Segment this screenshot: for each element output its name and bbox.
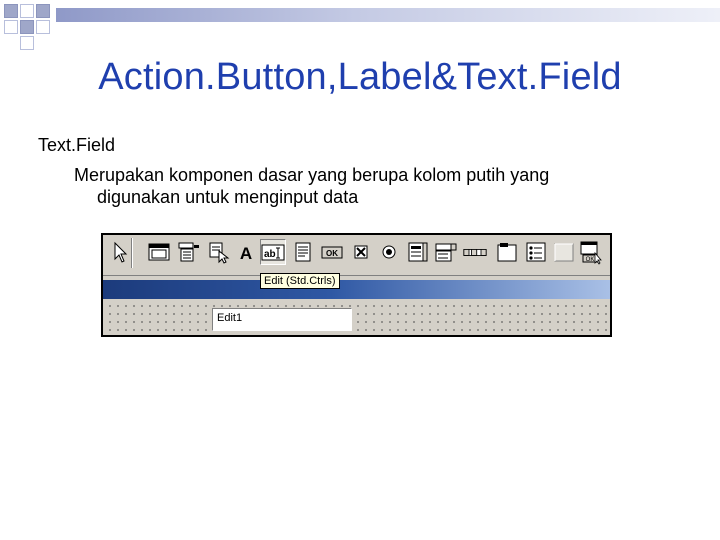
component-palette: A ab OK OK [103, 235, 610, 276]
decor-square [36, 20, 50, 34]
combobox-icon[interactable] [434, 239, 458, 265]
bullet-sub-line1: Merupakan komponen dasar yang berupa kol… [74, 165, 550, 185]
decor-square [20, 20, 34, 34]
form-design-surface [103, 299, 610, 335]
slide-title: Action.Button,Label&Text.Field [98, 56, 622, 98]
ide-screenshot: A ab OK OK Edit (Std.Ctrls) Edit1 [101, 233, 612, 337]
svg-text:OK: OK [326, 249, 338, 258]
decor-square [20, 4, 34, 18]
palette-tooltip: Edit (Std.Ctrls) [260, 273, 340, 289]
edit-field[interactable]: Edit1 [212, 308, 352, 331]
decor-square [36, 4, 50, 18]
decor-square [20, 36, 34, 50]
listbox-icon[interactable] [406, 239, 430, 265]
form-caption-bar [103, 280, 610, 299]
panel-icon[interactable] [552, 239, 576, 265]
pointer-icon[interactable] [107, 239, 131, 265]
main-menu-icon[interactable] [177, 239, 201, 265]
bullet-sub-line2: digunakan untuk menginput data [97, 187, 359, 207]
radiogroup-icon[interactable] [524, 239, 548, 265]
memo-icon[interactable] [291, 239, 315, 265]
svg-text:OK: OK [586, 257, 595, 263]
svg-text:ab: ab [264, 249, 276, 260]
popup-menu-icon[interactable] [207, 239, 231, 265]
decor-square [4, 20, 18, 34]
svg-text:A: A [240, 244, 252, 263]
checkbox-icon[interactable] [349, 239, 373, 265]
actionlist-icon[interactable]: OK [579, 239, 603, 265]
edit-icon[interactable]: ab [260, 239, 286, 265]
decor-top-bar [56, 8, 720, 22]
decor-square [4, 4, 18, 18]
palette-separator [131, 238, 133, 268]
scrollbar-icon[interactable] [463, 239, 491, 265]
form-icon[interactable] [147, 239, 171, 265]
label-icon[interactable]: A [234, 239, 258, 265]
bullet-main: Text.Field [38, 135, 116, 155]
button-icon[interactable]: OK [320, 239, 344, 265]
radiobutton-icon[interactable] [377, 239, 401, 265]
groupbox-icon[interactable] [495, 239, 519, 265]
